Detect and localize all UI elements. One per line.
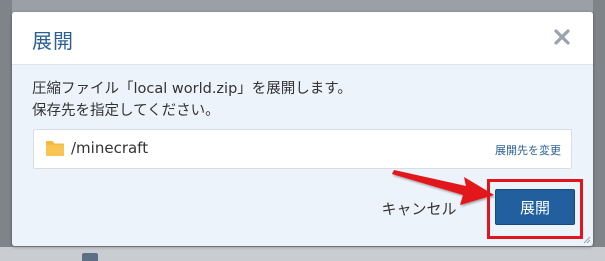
message-line-1: 圧縮ファイル「local world.zip」を展開します。 [32,81,352,97]
dialog-title: 展開 [32,29,74,53]
close-button[interactable] [549,24,575,50]
background-footer [0,247,605,261]
dialog-body: 圧縮ファイル「local world.zip」を展開します。 保存先を指定してく… [32,78,573,122]
background-panel-left [0,0,12,261]
extract-button[interactable]: 展開 [495,189,575,225]
background-file-icon [82,253,98,261]
message-line-2: 保存先を指定してください。 [32,103,220,119]
extract-dialog: 展開 圧縮ファイル「local world.zip」を展開します。 保存先を指定… [12,12,593,246]
cancel-button[interactable]: キャンセル [372,195,466,223]
resize-grip-icon[interactable] [581,234,591,244]
close-icon [554,29,570,45]
folder-icon [46,141,64,156]
destination-path-text: /minecraft [71,139,149,157]
change-destination-link[interactable]: 展開先を変更 [495,142,561,158]
background-panel-right [593,0,605,261]
dialog-header: 展開 [12,12,593,65]
